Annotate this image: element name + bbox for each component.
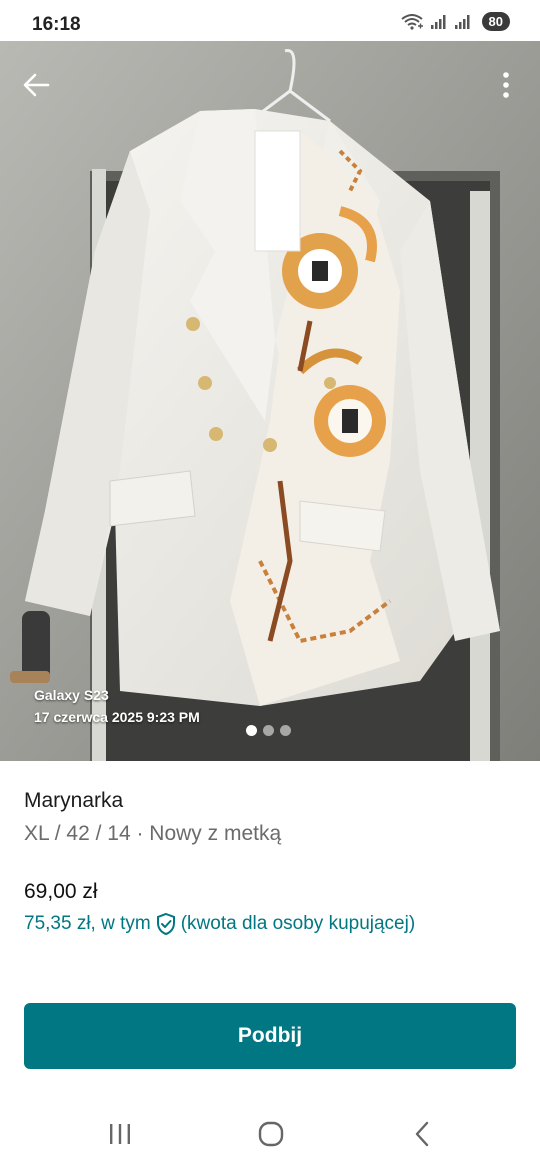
item-details: XL / 42 / 14 · Nowy z metką	[24, 822, 282, 845]
signal-icon	[430, 14, 446, 29]
photo-caption-device: Galaxy S23	[34, 687, 109, 703]
status-bar: 16:18 80	[0, 0, 540, 44]
home-icon[interactable]	[251, 1118, 291, 1150]
shield-check-icon	[156, 912, 175, 936]
product-photo[interactable]: Galaxy S23 17 czerwca 2025 9:23 PM	[0, 41, 540, 761]
photo-caption-date: 17 czerwca 2025 9:23 PM	[34, 709, 200, 725]
wifi-calling-icon	[400, 13, 423, 30]
back-arrow-icon[interactable]	[18, 67, 54, 103]
recent-apps-icon[interactable]	[100, 1118, 140, 1150]
signal-icon-2	[454, 14, 470, 29]
carousel-dot[interactable]	[263, 725, 274, 736]
back-nav-icon[interactable]	[403, 1118, 443, 1150]
carousel-indicator	[246, 725, 291, 736]
carousel-dot[interactable]	[246, 725, 257, 736]
more-options-icon[interactable]	[492, 67, 520, 103]
total-price-suffix: (kwota dla osoby kupującej)	[180, 913, 416, 934]
bump-button[interactable]: Podbij	[24, 1003, 516, 1069]
item-price: 69,00 zł	[24, 880, 98, 903]
carousel-dot[interactable]	[280, 725, 291, 736]
item-title: Marynarka	[24, 789, 124, 812]
total-price-prefix: 75,35 zł, w tym	[24, 913, 151, 934]
status-time: 16:18	[32, 14, 81, 35]
system-nav-bar	[0, 1100, 540, 1170]
buyer-total-price[interactable]: 75,35 zł, w tym (kwota dla osoby kupując…	[24, 912, 415, 936]
status-icons: 80	[400, 12, 510, 31]
battery-level: 80	[481, 12, 510, 31]
jacket-photo	[0, 41, 540, 761]
